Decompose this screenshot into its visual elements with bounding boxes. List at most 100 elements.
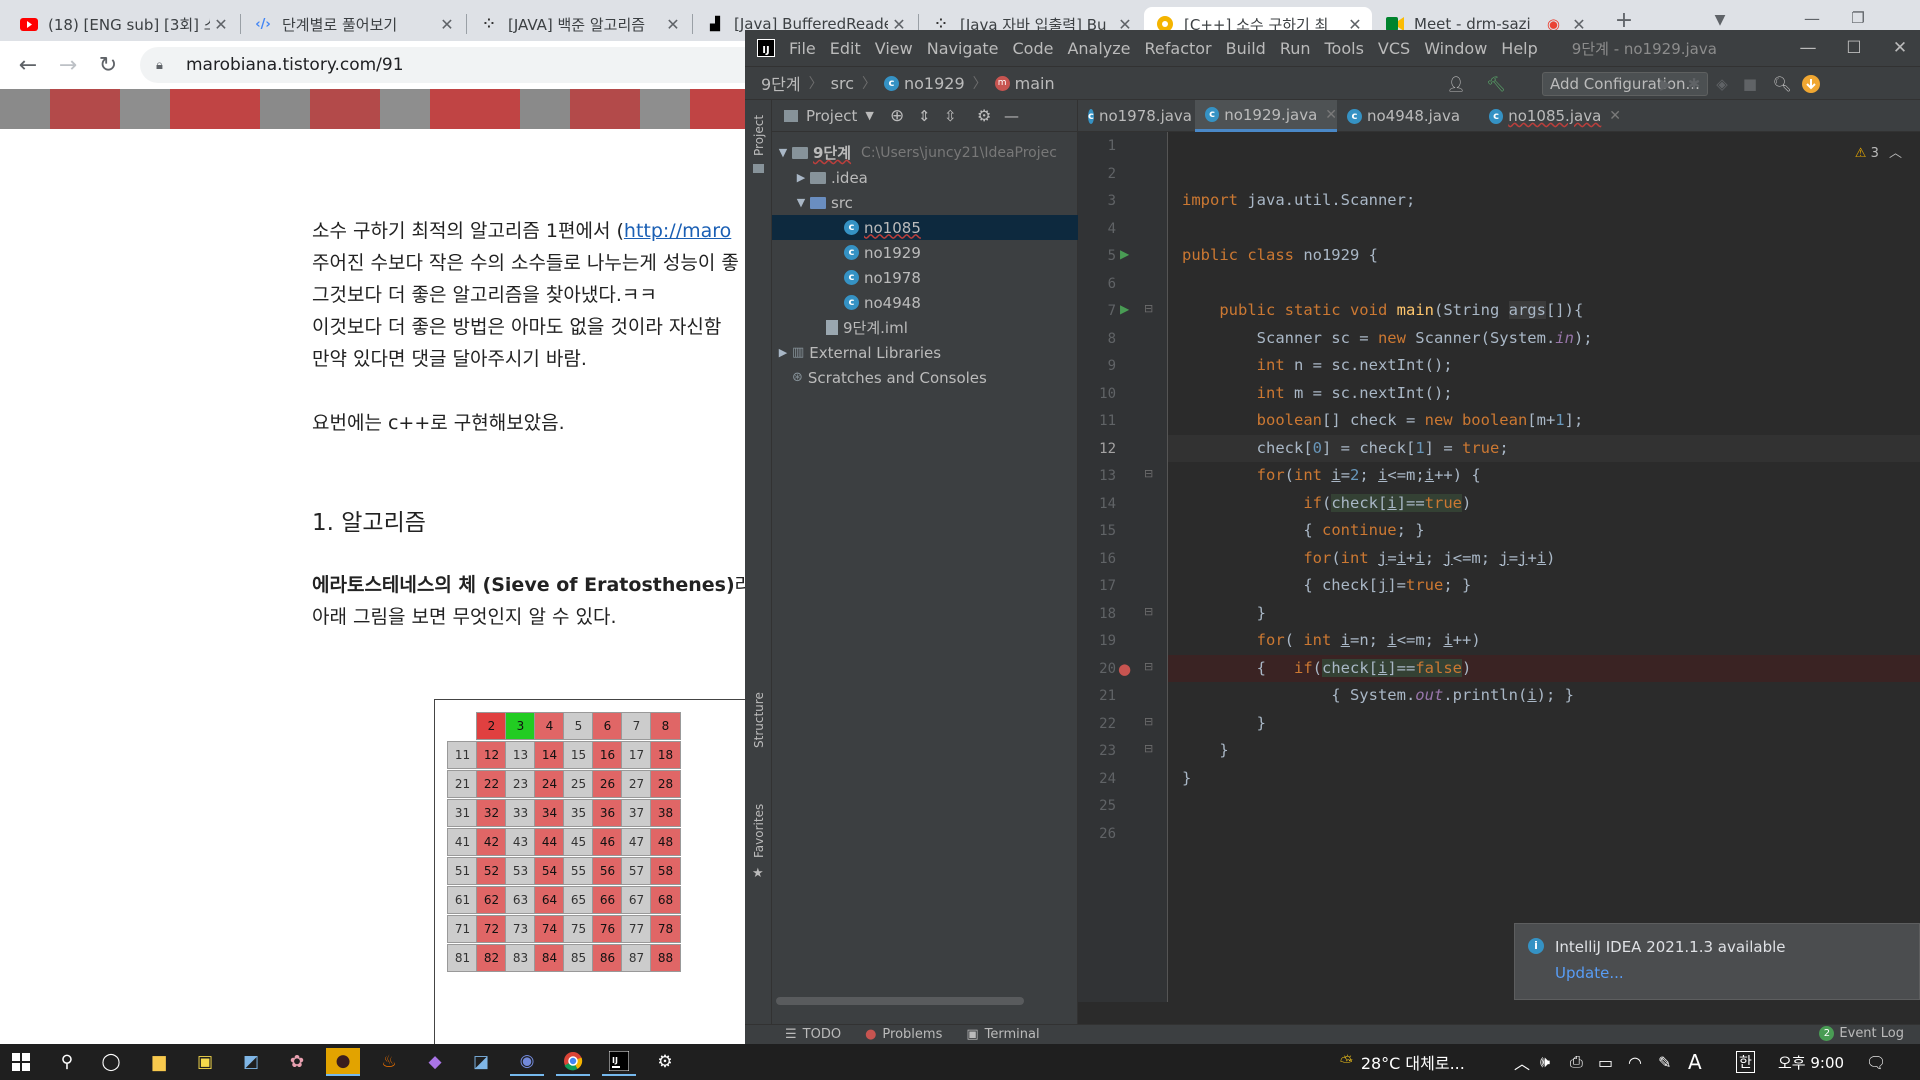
event-log-button[interactable]: 2 Event Log (1819, 1026, 1904, 1041)
forward-icon[interactable]: → (52, 49, 84, 81)
search-icon[interactable]: ⚲ (50, 1048, 84, 1076)
code-line[interactable]: for( int i=n; i<=m; i++) (1168, 627, 1920, 655)
editor-tab[interactable]: c no1085.java ✕ (1479, 100, 1621, 132)
favorites-tool-button[interactable]: Favorites (752, 804, 766, 858)
kakaotalk-icon[interactable]: ● (326, 1048, 360, 1076)
editor-tab-active[interactable]: c no1929.java ✕ (1195, 100, 1337, 132)
fold-icon[interactable]: ⊟ (1144, 742, 1153, 755)
tree-item-file[interactable]: c no1978 (772, 265, 1078, 290)
line-number[interactable]: 5 (1078, 248, 1116, 264)
chevron-down-icon[interactable]: ▼ (792, 196, 810, 209)
code-line[interactable]: if(check[i]==true) (1168, 490, 1920, 518)
fold-icon[interactable]: ⊟ (1144, 467, 1153, 480)
build-hammer-icon[interactable]: 🔨︎ (1485, 73, 1507, 95)
menu-window[interactable]: Window (1424, 39, 1487, 58)
line-number[interactable]: 16 (1078, 551, 1116, 567)
tree-item-file[interactable]: c no1085 (772, 215, 1078, 240)
menu-run[interactable]: Run (1280, 39, 1311, 58)
code-line[interactable] (1168, 215, 1920, 243)
code-line[interactable]: public static void main(String args[]){ (1168, 297, 1920, 325)
volume-icon[interactable]: 🕪︎ (1540, 1044, 1550, 1080)
menu-edit[interactable]: Edit (830, 39, 861, 58)
line-number[interactable]: 26 (1078, 826, 1116, 842)
line-number[interactable]: 6 (1078, 276, 1116, 292)
tree-item-file[interactable]: c no1929 (772, 240, 1078, 265)
code-line[interactable]: public class no1929 { (1168, 242, 1920, 270)
line-number[interactable]: 21 (1078, 688, 1116, 704)
line-number[interactable]: 4 (1078, 221, 1116, 237)
chevron-down-icon[interactable]: ▼ (774, 146, 792, 159)
tree-item-file[interactable]: c no4948 (772, 290, 1078, 315)
line-number[interactable]: 19 (1078, 633, 1116, 649)
tree-item-project-root[interactable]: ▼ 9단계 C:\Users\juncy21\IdeaProjec (772, 140, 1078, 165)
line-number[interactable]: 12 (1078, 441, 1116, 457)
code-editor[interactable]: ⚠ 3 ︿ import java.util.Scanner; public cl… (1168, 132, 1920, 1002)
reload-icon[interactable]: ↻ (92, 49, 124, 81)
run-icon[interactable]: ▶ (1655, 73, 1677, 95)
line-number[interactable]: 9 (1078, 358, 1116, 374)
app-icon[interactable]: ◪ (464, 1048, 498, 1076)
code-line[interactable]: for(int j=i+i; j<=m; j=j+i) (1168, 545, 1920, 573)
code-line[interactable]: } (1168, 765, 1920, 793)
clock[interactable]: 오후 9:00 (1778, 1044, 1844, 1080)
code-line[interactable]: int m = sc.nextInt(); (1168, 380, 1920, 408)
browser-tab[interactable]: (18) [ENG sub] [3회] 스 ✕ (8, 7, 238, 41)
menu-view[interactable]: View (875, 39, 913, 58)
hidden-icons-chevron-up-icon[interactable]: ︿ (1514, 1044, 1530, 1080)
close-icon[interactable]: ✕ (210, 15, 232, 34)
chevron-down-icon[interactable]: ▼ (865, 109, 873, 122)
line-number[interactable]: 17 (1078, 578, 1116, 594)
sticky-notes-icon[interactable]: ▣ (188, 1048, 222, 1076)
problems-tool-button[interactable]: ● Problems (865, 1027, 942, 1042)
browser-tab[interactable]: ‹/› 단계별로 풀어보기 ✕ (242, 7, 464, 41)
chevron-right-icon[interactable]: ▶ (792, 171, 810, 184)
task-view-icon[interactable]: ◯ (94, 1048, 128, 1076)
structure-tool-button[interactable]: Structure (752, 692, 766, 748)
breakpoint-icon[interactable]: ● (1118, 660, 1131, 678)
device-icon[interactable]: ⎙ (1570, 1044, 1583, 1080)
code-line[interactable]: { check[j]=true; } (1168, 572, 1920, 600)
menu-refactor[interactable]: Refactor (1145, 39, 1212, 58)
line-number[interactable]: 1 (1078, 138, 1116, 154)
chrome-icon[interactable] (556, 1048, 590, 1076)
locate-icon[interactable]: ⊕ (890, 106, 904, 126)
code-line[interactable] (1168, 792, 1920, 820)
todo-tool-button[interactable]: ☰ TODO (785, 1027, 841, 1042)
line-number[interactable]: 23 (1078, 743, 1116, 759)
code-line[interactable]: int n = sc.nextInt(); (1168, 352, 1920, 380)
tree-item-scratches[interactable]: ⊛ Scratches and Consoles (772, 365, 1078, 390)
gear-icon[interactable]: ⚙ (977, 106, 991, 125)
line-number[interactable]: 11 (1078, 413, 1116, 429)
code-line[interactable]: { System.out.println(i); } (1168, 682, 1920, 710)
menu-code[interactable]: Code (1013, 39, 1054, 58)
code-line[interactable]: Scanner sc = new Scanner(System.in); (1168, 325, 1920, 353)
close-icon[interactable]: ✕ (1325, 107, 1337, 123)
close-icon[interactable]: ✕ (1609, 108, 1621, 124)
line-number[interactable]: 18 (1078, 606, 1116, 622)
settings-icon[interactable]: ⚙ (648, 1048, 682, 1076)
chevron-right-icon[interactable]: ▶ (774, 346, 792, 359)
code-line[interactable] (1168, 820, 1920, 848)
code-line[interactable] (1168, 132, 1920, 160)
code-line[interactable]: boolean[] check = new boolean[m+1]; (1168, 407, 1920, 435)
discord-icon[interactable]: ◉ (510, 1048, 544, 1076)
menu-analyze[interactable]: Analyze (1067, 39, 1130, 58)
java-icon[interactable]: ♨ (372, 1048, 406, 1076)
intellij-logo-icon[interactable]: IJ (757, 39, 775, 57)
hide-icon[interactable]: — (1004, 107, 1019, 125)
intellij-icon[interactable]: IJ (602, 1048, 636, 1076)
horizontal-scrollbar[interactable] (776, 997, 1024, 1005)
browser-tab[interactable]: ⁘ [JAVA] 백준 알고리즘 ✕ (468, 7, 690, 41)
stop-icon[interactable]: ■ (1739, 73, 1761, 95)
code-line[interactable]: } (1168, 737, 1920, 765)
run-gutter-icon[interactable]: ▶ (1120, 247, 1129, 261)
fold-icon[interactable]: ⊟ (1144, 302, 1153, 315)
app-icon[interactable]: ◩ (234, 1048, 268, 1076)
code-line[interactable]: for(int i=2; i<=m;i++) { (1168, 462, 1920, 490)
fold-icon[interactable]: ⊟ (1144, 605, 1153, 618)
code-line[interactable]: } (1168, 710, 1920, 738)
line-number[interactable]: 20 (1078, 661, 1116, 677)
tree-item-iml[interactable]: 9단계.iml (772, 315, 1078, 340)
menu-build[interactable]: Build (1226, 39, 1266, 58)
tree-item-idea[interactable]: ▶ .idea (772, 165, 1078, 190)
